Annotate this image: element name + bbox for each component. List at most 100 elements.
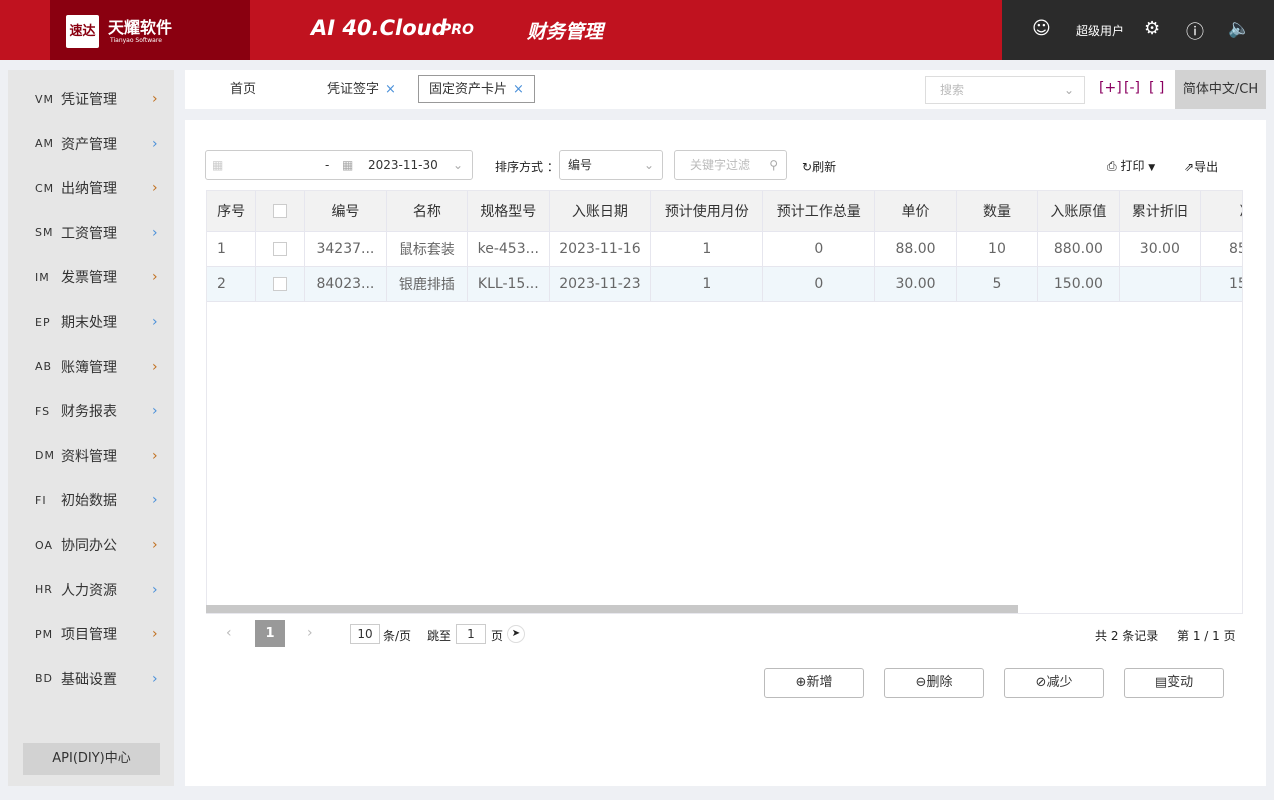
table-cell: 10 bbox=[956, 231, 1039, 267]
date-to: 2023-11-30 bbox=[368, 158, 438, 172]
export-button[interactable]: ⇗导出 bbox=[1184, 158, 1218, 175]
fullscreen-icon[interactable]: [ ] bbox=[1149, 80, 1164, 96]
table-cell: 1 bbox=[650, 231, 764, 267]
prev-page-button[interactable]: ‹ bbox=[226, 625, 232, 641]
user-name[interactable]: 超级用户 bbox=[1076, 22, 1124, 39]
sidebar-item-code: DM bbox=[35, 449, 55, 463]
tab-fixed-asset-card[interactable]: 固定资产卡片 × bbox=[418, 75, 535, 103]
table-cell[interactable] bbox=[255, 266, 306, 302]
tab-bar: 首页 凭证签字 × 固定资产卡片 × 搜索 ⌄ [+] [-] [ ] 简体中文/CH bbox=[185, 70, 1266, 109]
checkbox[interactable] bbox=[273, 203, 288, 218]
table-cell bbox=[1119, 266, 1202, 302]
column-header: 累计折旧 bbox=[1119, 191, 1202, 232]
sidebar-item-code: FI bbox=[35, 493, 47, 507]
close-icon[interactable]: × bbox=[513, 82, 524, 97]
sidebar-item-hr[interactable]: HR 人力资源 › bbox=[8, 575, 174, 605]
sidebar-item-oa[interactable]: OA 协同办公 › bbox=[8, 530, 174, 560]
sidebar-item-fi[interactable]: FI 初始数据 › bbox=[8, 485, 174, 515]
table-row[interactable]: 1 34237... 鼠标套装 ke-453... 2023-11-16 1 0 88.00 1… bbox=[207, 231, 1242, 267]
page-1-button[interactable]: 1 bbox=[255, 620, 285, 647]
module-title: 财务管理 bbox=[527, 21, 604, 43]
chevron-down-icon: ⌄ bbox=[1063, 83, 1074, 97]
sidebar-item-dm[interactable]: DM 资料管理 › bbox=[8, 441, 174, 471]
table-cell: 880.00 bbox=[1037, 231, 1120, 267]
table-cell[interactable] bbox=[255, 231, 306, 267]
sidebar-item-label: 凭证管理 bbox=[61, 92, 117, 108]
asset-table: 序号 编号名称规格型号入账日期预计使用月份预计工作总量单价数量入账原值累计折旧净值… bbox=[206, 190, 1243, 614]
language-switch[interactable]: 简体中文/CH bbox=[1175, 70, 1266, 109]
reduce-label: 减少 bbox=[1046, 675, 1073, 690]
refresh-button[interactable]: ↻刷新 bbox=[802, 158, 836, 175]
sidebar-item-code: OA bbox=[35, 538, 53, 552]
search-select[interactable]: 搜索 ⌄ bbox=[925, 76, 1085, 104]
sidebar-item-pm[interactable]: PM 项目管理 › bbox=[8, 619, 174, 649]
sidebar-item-label: 项目管理 bbox=[61, 627, 117, 644]
chevron-right-icon: › bbox=[152, 537, 158, 553]
zoom-out-icon[interactable]: [-] bbox=[1124, 80, 1140, 96]
minus-circle-icon: ⊖ bbox=[915, 675, 927, 690]
refresh-label: 刷新 bbox=[812, 160, 837, 174]
chevron-right-icon: › bbox=[152, 670, 158, 687]
column-header: 入账日期 bbox=[549, 191, 652, 232]
table-cell: 2023-11-16 bbox=[549, 231, 652, 267]
table-cell: 34237... bbox=[304, 231, 387, 267]
speaker-icon[interactable]: 🔈 bbox=[1228, 18, 1250, 39]
sidebar-item-label: 协同办公 bbox=[61, 538, 117, 554]
sidebar-item-cm[interactable]: CM 出纳管理 › bbox=[8, 173, 174, 203]
send-icon[interactable]: ➤ bbox=[507, 625, 525, 643]
chevron-right-icon: › bbox=[152, 358, 158, 375]
chevron-right-icon: › bbox=[152, 626, 158, 643]
sidebar-item-sm[interactable]: SM 工资管理 › bbox=[8, 218, 174, 248]
table-cell: ke-453... bbox=[467, 231, 550, 267]
caret-down-icon: ▼ bbox=[1148, 163, 1156, 173]
gear-icon[interactable]: ⚙ bbox=[1144, 18, 1160, 39]
next-page-button[interactable]: › bbox=[307, 625, 313, 641]
sidebar-item-im[interactable]: IM 发票管理 › bbox=[8, 262, 174, 292]
sidebar-item-code: BD bbox=[35, 672, 54, 686]
tab-home[interactable]: 首页 bbox=[230, 76, 256, 104]
change-button[interactable]: ▤变动 bbox=[1124, 668, 1224, 698]
select-all-checkbox[interactable] bbox=[255, 191, 306, 232]
api-center-button[interactable]: API(DIY)中心 bbox=[23, 743, 160, 775]
column-header: 单价 bbox=[874, 191, 957, 232]
sidebar-item-label: 初始数据 bbox=[61, 493, 117, 510]
column-header: 名称 bbox=[386, 191, 469, 232]
close-icon[interactable]: × bbox=[385, 82, 396, 97]
sidebar-item-label: 基础设置 bbox=[61, 671, 117, 688]
sidebar-item-vm[interactable]: VM 凭证管理 › bbox=[8, 84, 174, 114]
total-records: 共 2 条记录 bbox=[1095, 629, 1159, 643]
user-icon[interactable]: ☺ bbox=[1032, 18, 1051, 39]
chevron-right-icon: › bbox=[152, 314, 158, 330]
sidebar-item-code: AB bbox=[35, 360, 53, 374]
table-row[interactable]: 2 84023... 银鹿排插 KLL-15... 2023-11-23 1 0 30.00 5… bbox=[207, 266, 1242, 302]
row-checkbox[interactable] bbox=[273, 241, 288, 256]
sidebar-item-ep[interactable]: EP 期末处理 › bbox=[8, 307, 174, 337]
table-cell: 30.00 bbox=[1119, 231, 1202, 267]
chevron-down-icon: ⌄ bbox=[453, 158, 464, 172]
sidebar-item-am[interactable]: AM 资产管理 › bbox=[8, 129, 174, 159]
table-cell: 鼠标套装 bbox=[386, 231, 469, 267]
reduce-button[interactable]: ⊘减少 bbox=[1004, 668, 1104, 698]
page-size-input[interactable]: 10 bbox=[350, 624, 380, 644]
sidebar-item-fs[interactable]: FS 财务报表 › bbox=[8, 396, 174, 426]
date-range-picker[interactable]: ▦ - ▦ 2023-11-30 ⌄ bbox=[205, 150, 473, 180]
keyword-filter-input[interactable]: 关键字过滤 ⚲ bbox=[674, 150, 787, 180]
refresh-icon: ↻ bbox=[802, 160, 813, 174]
logo-subtext: Tianyao Software bbox=[110, 37, 162, 44]
horizontal-scrollbar[interactable] bbox=[206, 605, 1018, 613]
chevron-right-icon: › bbox=[152, 224, 158, 241]
tab-voucher-sign[interactable]: 凭证签字 × bbox=[327, 76, 396, 104]
sidebar-item-bd[interactable]: BD 基础设置 › bbox=[8, 664, 174, 694]
print-button[interactable]: ⎙ 打印 ▼ bbox=[1107, 157, 1155, 174]
row-checkbox[interactable] bbox=[273, 276, 288, 291]
add-button[interactable]: ⊕新增 bbox=[764, 668, 864, 698]
sidebar-item-ab[interactable]: AB 账簿管理 › bbox=[8, 352, 174, 382]
zoom-in-icon[interactable]: [+] bbox=[1099, 80, 1122, 96]
table-cell: KLL-15... bbox=[467, 266, 550, 302]
table-cell: 2023-11-23 bbox=[549, 266, 652, 302]
help-icon[interactable]: ⓘ bbox=[1186, 18, 1204, 44]
delete-button[interactable]: ⊖删除 bbox=[884, 668, 984, 698]
sort-value: 编号 bbox=[568, 158, 593, 172]
sort-select[interactable]: 编号 ⌄ bbox=[559, 150, 663, 180]
goto-page-input[interactable]: 1 bbox=[456, 624, 486, 644]
